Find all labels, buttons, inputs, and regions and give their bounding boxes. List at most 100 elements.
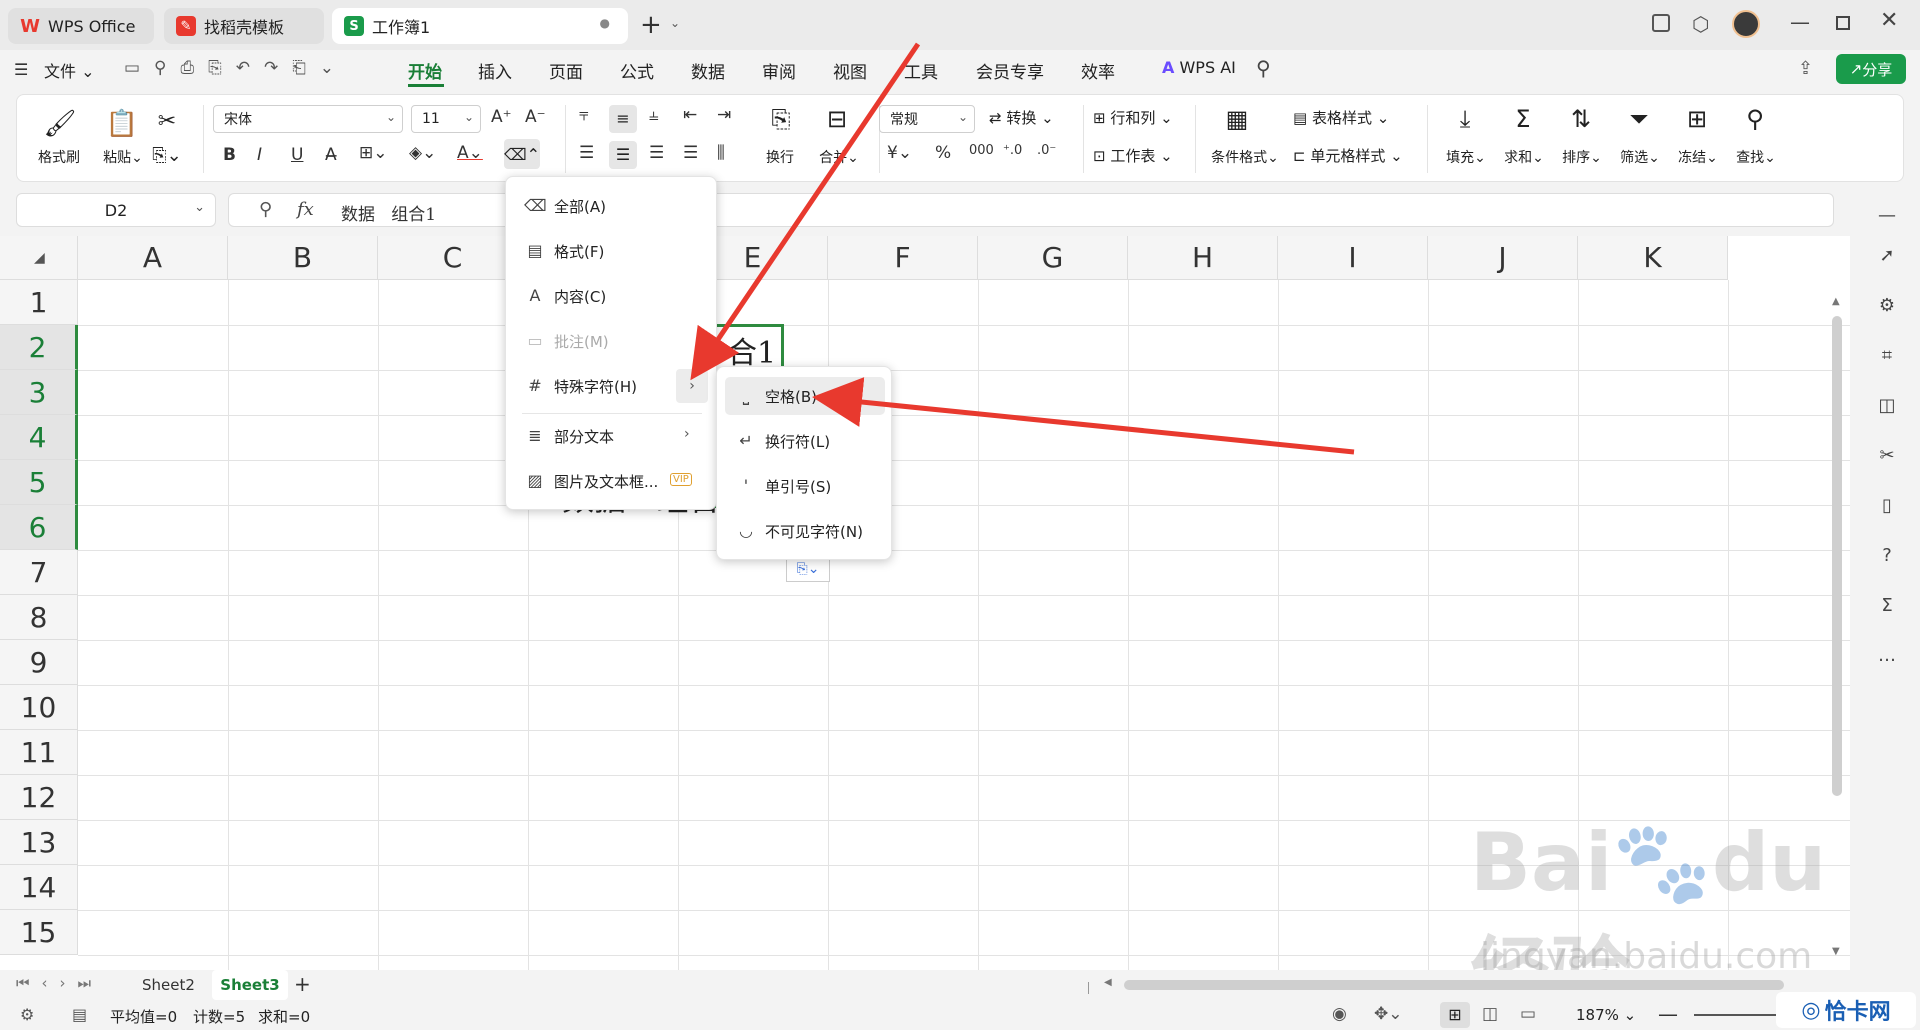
tab-view[interactable]: 视图 [833, 58, 867, 83]
row-header-1[interactable]: 1 [0, 280, 78, 325]
menu-item-space[interactable]: ⎵ 空格(B) [725, 377, 885, 415]
align-top-icon[interactable]: ⫧ [579, 105, 589, 125]
align-right-icon[interactable]: ☰ [649, 143, 664, 163]
cut-icon[interactable]: ✂ [147, 109, 187, 134]
underline-button[interactable]: U [291, 145, 303, 165]
row-header-8[interactable]: 8 [0, 595, 78, 640]
row-header-13[interactable]: 13 [0, 820, 78, 865]
fill-color-icon[interactable]: ◈⌄ [409, 143, 436, 163]
merge-button[interactable]: 合并⌄ [811, 147, 867, 167]
select-all-corner[interactable]: ◢ [0, 236, 78, 280]
collapse-icon[interactable]: — [1876, 205, 1898, 227]
menu-item-special-chars[interactable]: # 特殊字符(H) › [514, 367, 710, 405]
image-panel-icon[interactable]: ◫ [1876, 395, 1898, 417]
column-header-h[interactable]: H [1128, 236, 1278, 280]
cloud-upload-icon[interactable]: ⇪ [1798, 58, 1813, 79]
align-bottom-icon[interactable]: ⫨ [649, 105, 659, 125]
column-header-b[interactable]: B [228, 236, 378, 280]
avatar[interactable] [1732, 10, 1760, 38]
scroll-left-icon[interactable]: ◀ [1104, 977, 1112, 988]
new-tab-button[interactable]: + [640, 10, 662, 40]
cell-style-button[interactable]: ⊏ 单元格样式 ⌄ [1293, 145, 1403, 166]
menu-item-clear-all[interactable]: ⌫ 全部(A) [514, 187, 710, 225]
tab-page[interactable]: 页面 [549, 58, 583, 83]
menu-item-single-quote[interactable]: ' 单引号(S) [725, 467, 885, 505]
column-header-g[interactable]: G [978, 236, 1128, 280]
conditional-format-icon[interactable]: ▦ [1217, 105, 1257, 133]
copy-icon[interactable]: ⎘⌄ [147, 145, 187, 166]
freeze-icon[interactable]: ⊞ [1677, 105, 1717, 133]
tab-data[interactable]: 数据 [691, 58, 725, 83]
adjust-icon[interactable]: ⚙ [1876, 295, 1898, 317]
decrease-font-icon[interactable]: A⁻ [525, 107, 546, 127]
menu-item-images-textboxes[interactable]: ▨ 图片及文本框... VIP [514, 462, 710, 500]
column-header-k[interactable]: K [1578, 236, 1728, 280]
wrap-text-button[interactable]: 换行 [755, 147, 805, 167]
zoom-slider[interactable] [1694, 1014, 1784, 1016]
vertical-scrollbar[interactable] [1832, 316, 1842, 796]
macro-icon[interactable]: ⚙ [20, 1005, 34, 1024]
outdent-icon[interactable]: ⇤ [683, 105, 697, 125]
font-color-icon[interactable]: A⌄ [457, 143, 483, 163]
tab-efficiency[interactable]: 效率 [1081, 58, 1115, 83]
close-icon[interactable]: ✕ [1880, 8, 1898, 33]
cube-icon[interactable]: ⬡ [1692, 12, 1709, 36]
bold-button[interactable]: B [223, 145, 236, 165]
sum-button[interactable]: 求和⌄ [1499, 147, 1549, 167]
tab-wps-office[interactable]: W WPS Office [8, 8, 154, 44]
fill-icon[interactable]: ⤓ [1445, 105, 1485, 133]
row-header-9[interactable]: 9 [0, 640, 78, 685]
convert-button[interactable]: ⇄ 转换 ⌄ [989, 107, 1054, 128]
increase-font-icon[interactable]: A⁺ [491, 107, 512, 127]
currency-button[interactable]: ¥⌄ [887, 143, 912, 163]
quick-access-icons[interactable]: ▭⚲⎙⎘↶↷⎗⌄ [124, 58, 348, 78]
sheet-tab-sheet2[interactable]: Sheet2 [142, 976, 195, 994]
page-icon[interactable]: ▤ [72, 1005, 87, 1024]
wps-ai-button[interactable]: A WPS AI [1162, 58, 1236, 77]
column-header-a[interactable]: A [78, 236, 228, 280]
spreadsheet-grid[interactable]: ◢ ABCDEFGHIJK 123456789101112131415 合1 数… [0, 236, 1850, 970]
menu-item-partial-text[interactable]: ≣ 部分文本 › [514, 417, 710, 455]
tab-template[interactable]: ✎ 找稻壳模板 [164, 8, 324, 44]
row-header-15[interactable]: 15 [0, 910, 78, 955]
scroll-up-icon[interactable]: ▲ [1832, 296, 1840, 307]
strikethrough-icon[interactable]: A̶ [325, 145, 337, 165]
row-header-11[interactable]: 11 [0, 730, 78, 775]
help-icon[interactable]: ? [1876, 545, 1898, 567]
layout-icon[interactable]: ✥⌄ [1374, 1004, 1403, 1024]
book-icon[interactable]: ▯ [1876, 495, 1898, 517]
menu-item-clear-format[interactable]: ▤ 格式(F) [514, 232, 710, 270]
merge-icon[interactable]: ⊟ [817, 105, 857, 133]
tab-formula[interactable]: 公式 [620, 58, 654, 83]
row-header-14[interactable]: 14 [0, 865, 78, 910]
sum-icon[interactable]: Σ [1503, 105, 1543, 133]
normal-view-icon[interactable]: ⊞ [1440, 1002, 1470, 1028]
font-size-select[interactable]: 11 ⌄ [411, 105, 481, 133]
paste-button[interactable]: 粘贴⌄ [93, 147, 153, 167]
format-painter-icon[interactable]: 🖌 [35, 109, 85, 139]
filter-button[interactable]: 筛选⌄ [1615, 147, 1665, 167]
italic-button[interactable]: I [257, 145, 262, 165]
pointer-icon[interactable]: ➚ [1876, 245, 1898, 267]
column-header-j[interactable]: J [1428, 236, 1578, 280]
indent-icon[interactable]: ⇥ [717, 105, 731, 125]
minimize-icon[interactable]: — [1790, 10, 1810, 34]
tab-workbook[interactable]: S 工作簿1 ● [332, 8, 628, 44]
distribute-icon[interactable]: ⫼ [717, 143, 725, 163]
row-col-button[interactable]: ⊞ 行和列 ⌄ [1093, 107, 1173, 128]
menu-item-clear-content[interactable]: A 内容(C) [514, 277, 710, 315]
tab-member[interactable]: 会员专享 [976, 58, 1044, 83]
wrap-text-icon[interactable]: ⎘ [761, 105, 801, 133]
row-header-3[interactable]: 3 [0, 370, 78, 415]
percent-button[interactable]: % [935, 143, 951, 163]
maximize-icon[interactable] [1836, 16, 1850, 30]
fx-icon[interactable]: fx [297, 199, 314, 220]
horizontal-scrollbar[interactable] [1124, 980, 1784, 990]
search-icon[interactable]: ⚲ [1256, 56, 1271, 80]
worksheet-button[interactable]: ⊡ 工作表 ⌄ [1093, 145, 1173, 166]
fill-button[interactable]: 填充⌄ [1441, 147, 1491, 167]
row-header-4[interactable]: 4 [0, 415, 78, 460]
row-header-10[interactable]: 10 [0, 685, 78, 730]
tab-home[interactable]: 开始 [408, 58, 442, 83]
clear-button[interactable]: ⌫⌃ [504, 139, 540, 169]
